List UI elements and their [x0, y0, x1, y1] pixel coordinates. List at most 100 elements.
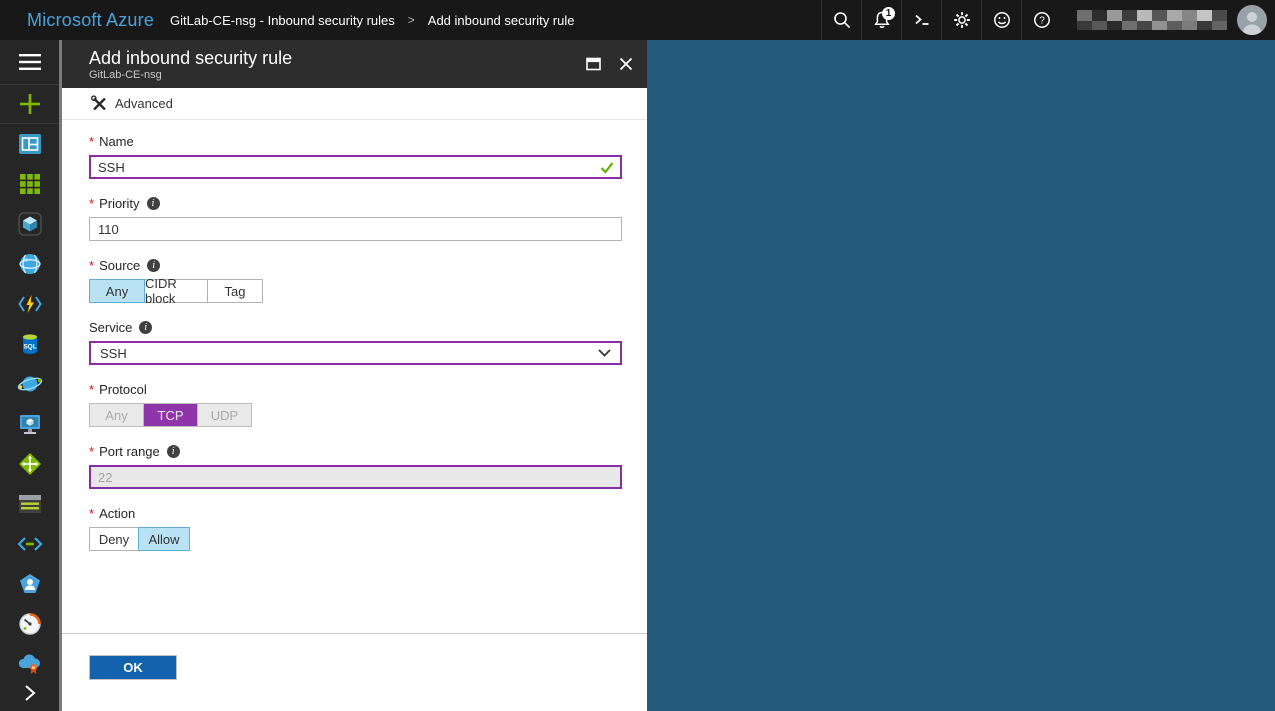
expand-chevron-icon	[22, 684, 38, 702]
account-area[interactable]	[1061, 0, 1275, 40]
dashboard-icon	[18, 133, 42, 155]
close-icon	[619, 57, 633, 71]
storage-accounts-icon	[18, 494, 42, 514]
gear-icon	[951, 9, 973, 31]
advanced-toolbar-button[interactable]: Advanced	[62, 88, 647, 120]
required-asterisk: *	[89, 134, 94, 149]
required-asterisk: *	[89, 258, 94, 273]
sidebar-item-menu[interactable]	[0, 40, 59, 84]
sidebar-item-virtual-machines[interactable]	[0, 404, 59, 444]
info-icon[interactable]: i	[147, 197, 160, 210]
virtual-networks-icon	[16, 535, 44, 553]
resource-groups-icon	[18, 212, 42, 236]
svg-text:SQL: SQL	[23, 344, 36, 351]
app-services-icon	[18, 252, 42, 276]
source-group: * Source i Any CIDR block Tag	[89, 258, 622, 303]
sidebar-item-app-services[interactable]	[0, 244, 59, 284]
info-icon[interactable]: i	[147, 259, 160, 272]
service-selected-value: SSH	[100, 346, 127, 361]
topbar: Microsoft Azure GitLab-CE-nsg - Inbound …	[0, 0, 1275, 40]
sidebar-item-virtual-networks[interactable]	[0, 524, 59, 564]
blade-footer: OK	[62, 633, 647, 711]
search-button[interactable]	[821, 0, 861, 40]
breadcrumb-item-nsg[interactable]: GitLab-CE-nsg - Inbound security rules	[170, 13, 395, 28]
valid-check-icon	[600, 161, 614, 174]
required-asterisk: *	[89, 444, 94, 459]
action-option-deny[interactable]: Deny	[89, 527, 139, 551]
add-inbound-rule-blade: Add inbound security rule GitLab-CE-nsg	[62, 40, 647, 711]
help-button[interactable]: ?	[1021, 0, 1061, 40]
svg-text:?: ?	[1039, 16, 1045, 27]
sidebar-item-function-apps[interactable]	[0, 284, 59, 324]
required-asterisk: *	[89, 196, 94, 211]
sql-databases-icon: SQL	[19, 332, 41, 356]
source-option-cidr-block[interactable]: CIDR block	[144, 279, 208, 303]
maximize-icon	[586, 57, 602, 71]
action-option-allow[interactable]: Allow	[138, 527, 190, 551]
sidebar-item-monitor[interactable]	[0, 604, 59, 644]
required-asterisk: *	[89, 382, 94, 397]
sidebar-resize-handle[interactable]	[59, 40, 62, 711]
load-balancers-icon	[18, 452, 42, 476]
sidebar-item-storage-accounts[interactable]	[0, 484, 59, 524]
feedback-button[interactable]	[981, 0, 1021, 40]
action-group: * Action Deny Allow	[89, 506, 622, 551]
sidebar-item-advisor[interactable]	[0, 644, 59, 684]
sidebar-item-azure-active-directory[interactable]	[0, 564, 59, 604]
dashboard-background	[647, 40, 1275, 711]
name-input[interactable]	[89, 155, 622, 179]
port-range-label: * Port range i	[89, 444, 622, 459]
function-apps-icon	[17, 293, 43, 315]
notifications-button[interactable]: 1	[861, 0, 901, 40]
action-label: * Action	[89, 506, 622, 521]
source-label: * Source i	[89, 258, 622, 273]
cosmos-db-icon	[17, 372, 43, 396]
advisor-icon	[17, 652, 43, 676]
notification-badge: 1	[882, 7, 895, 20]
protocol-option-udp: UDP	[197, 403, 252, 427]
blade-title: Add inbound security rule	[89, 48, 292, 68]
service-group: Service i SSH	[89, 320, 622, 365]
service-dropdown[interactable]: SSH	[89, 341, 622, 365]
port-range-group: * Port range i	[89, 444, 622, 489]
name-label: * Name	[89, 134, 622, 149]
source-option-any[interactable]: Any	[89, 279, 145, 303]
person-icon	[1237, 5, 1267, 35]
source-toggle-group: Any CIDR block Tag	[89, 279, 622, 303]
monitor-icon	[18, 612, 42, 636]
breadcrumb-item-add-rule[interactable]: Add inbound security rule	[428, 13, 575, 28]
search-icon	[831, 9, 853, 31]
port-range-input	[89, 465, 622, 489]
close-button[interactable]	[619, 57, 633, 71]
sidebar-item-new[interactable]	[0, 84, 59, 124]
settings-button[interactable]	[941, 0, 981, 40]
sidebar: SQL	[0, 40, 59, 711]
protocol-option-any: Any	[89, 403, 144, 427]
ok-button[interactable]: OK	[89, 655, 177, 680]
required-asterisk: *	[89, 506, 94, 521]
info-icon[interactable]: i	[167, 445, 180, 458]
priority-input[interactable]	[89, 217, 622, 241]
feedback-smiley-icon	[991, 9, 1013, 31]
azure-logo[interactable]: Microsoft Azure	[27, 10, 154, 31]
avatar[interactable]	[1237, 5, 1267, 35]
sidebar-item-expand[interactable]	[0, 681, 59, 705]
sidebar-item-resource-groups[interactable]	[0, 204, 59, 244]
sidebar-item-dashboard[interactable]	[0, 124, 59, 164]
blade-header: Add inbound security rule GitLab-CE-nsg	[62, 40, 647, 88]
sidebar-item-load-balancers[interactable]	[0, 444, 59, 484]
virtual-machines-icon	[18, 412, 42, 436]
info-icon[interactable]: i	[139, 321, 152, 334]
maximize-button[interactable]	[586, 57, 602, 71]
cloud-shell-button[interactable]	[901, 0, 941, 40]
source-option-tag[interactable]: Tag	[207, 279, 263, 303]
protocol-label: * Protocol	[89, 382, 622, 397]
rule-form: * Name * Priority i * Source i	[62, 120, 647, 633]
priority-label: * Priority i	[89, 196, 622, 211]
sidebar-item-sql-databases[interactable]: SQL	[0, 324, 59, 364]
cloud-shell-icon	[911, 9, 933, 31]
breadcrumb-separator-icon: >	[408, 13, 415, 27]
sidebar-item-cosmos-db[interactable]	[0, 364, 59, 404]
menu-icon	[18, 53, 42, 71]
sidebar-item-all-resources[interactable]	[0, 164, 59, 204]
